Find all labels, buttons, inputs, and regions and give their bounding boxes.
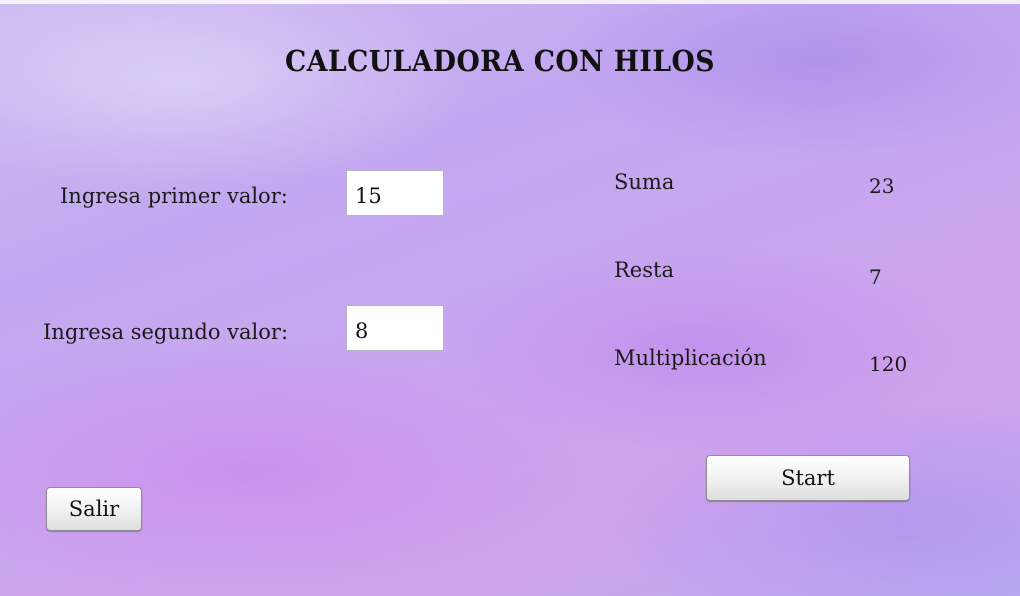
page-title: CALCULADORA CON HILOS: [285, 44, 715, 78]
first-value-input[interactable]: [346, 170, 444, 216]
start-button[interactable]: Start: [706, 455, 910, 501]
subtraction-value: 7: [869, 265, 882, 289]
second-value-input[interactable]: [346, 305, 444, 351]
sum-value: 23: [869, 174, 895, 198]
sum-label: Suma: [614, 170, 675, 194]
second-value-label: Ingresa segundo valor:: [43, 320, 289, 344]
top-frame-edge: [0, 0, 1020, 4]
multiplication-label: Multiplicación: [614, 346, 767, 370]
exit-button[interactable]: Salir: [46, 487, 142, 531]
subtraction-label: Resta: [614, 258, 674, 282]
multiplication-value: 120: [869, 352, 908, 376]
first-value-label: Ingresa primer valor:: [60, 184, 288, 208]
